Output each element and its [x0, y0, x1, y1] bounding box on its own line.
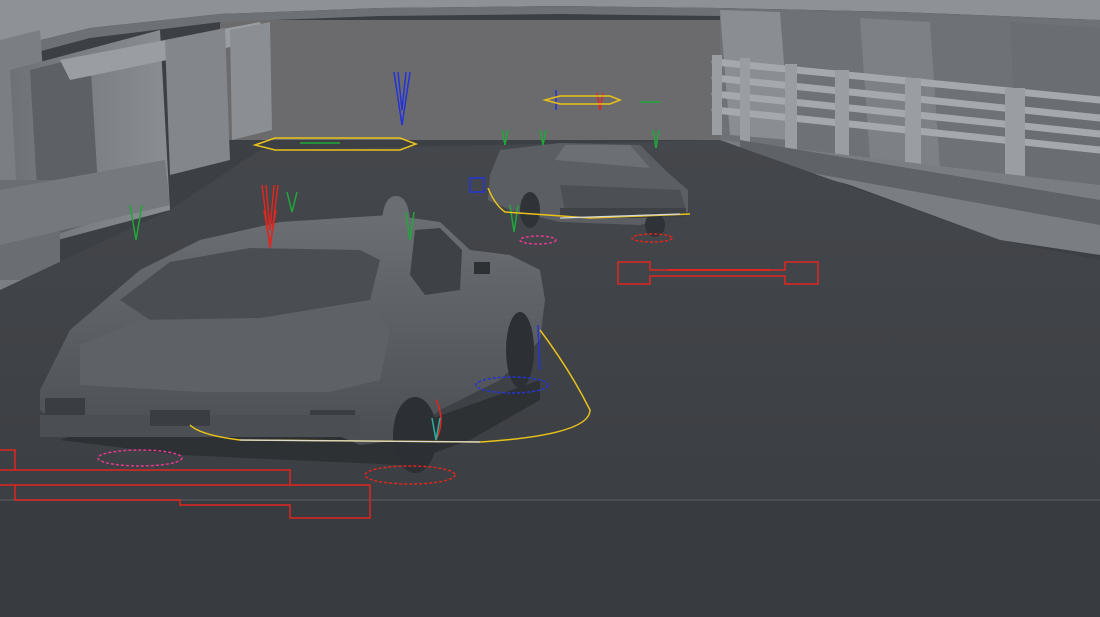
- far-opening: [220, 20, 740, 140]
- 3d-viewport[interactable]: [0, 0, 1100, 617]
- car-front-plate: [150, 410, 210, 426]
- left-column-3: [230, 22, 272, 140]
- left-column-2: [165, 28, 230, 175]
- viewport-scene[interactable]: [0, 0, 1100, 617]
- right-columns: [720, 10, 790, 140]
- car-rear-wheel-left: [520, 192, 540, 228]
- car-front-taillight-left: [45, 398, 85, 416]
- floor-lower-strip: [0, 500, 1100, 617]
- car-front-wheel-rear: [393, 397, 437, 473]
- car-front-mirror: [474, 262, 490, 274]
